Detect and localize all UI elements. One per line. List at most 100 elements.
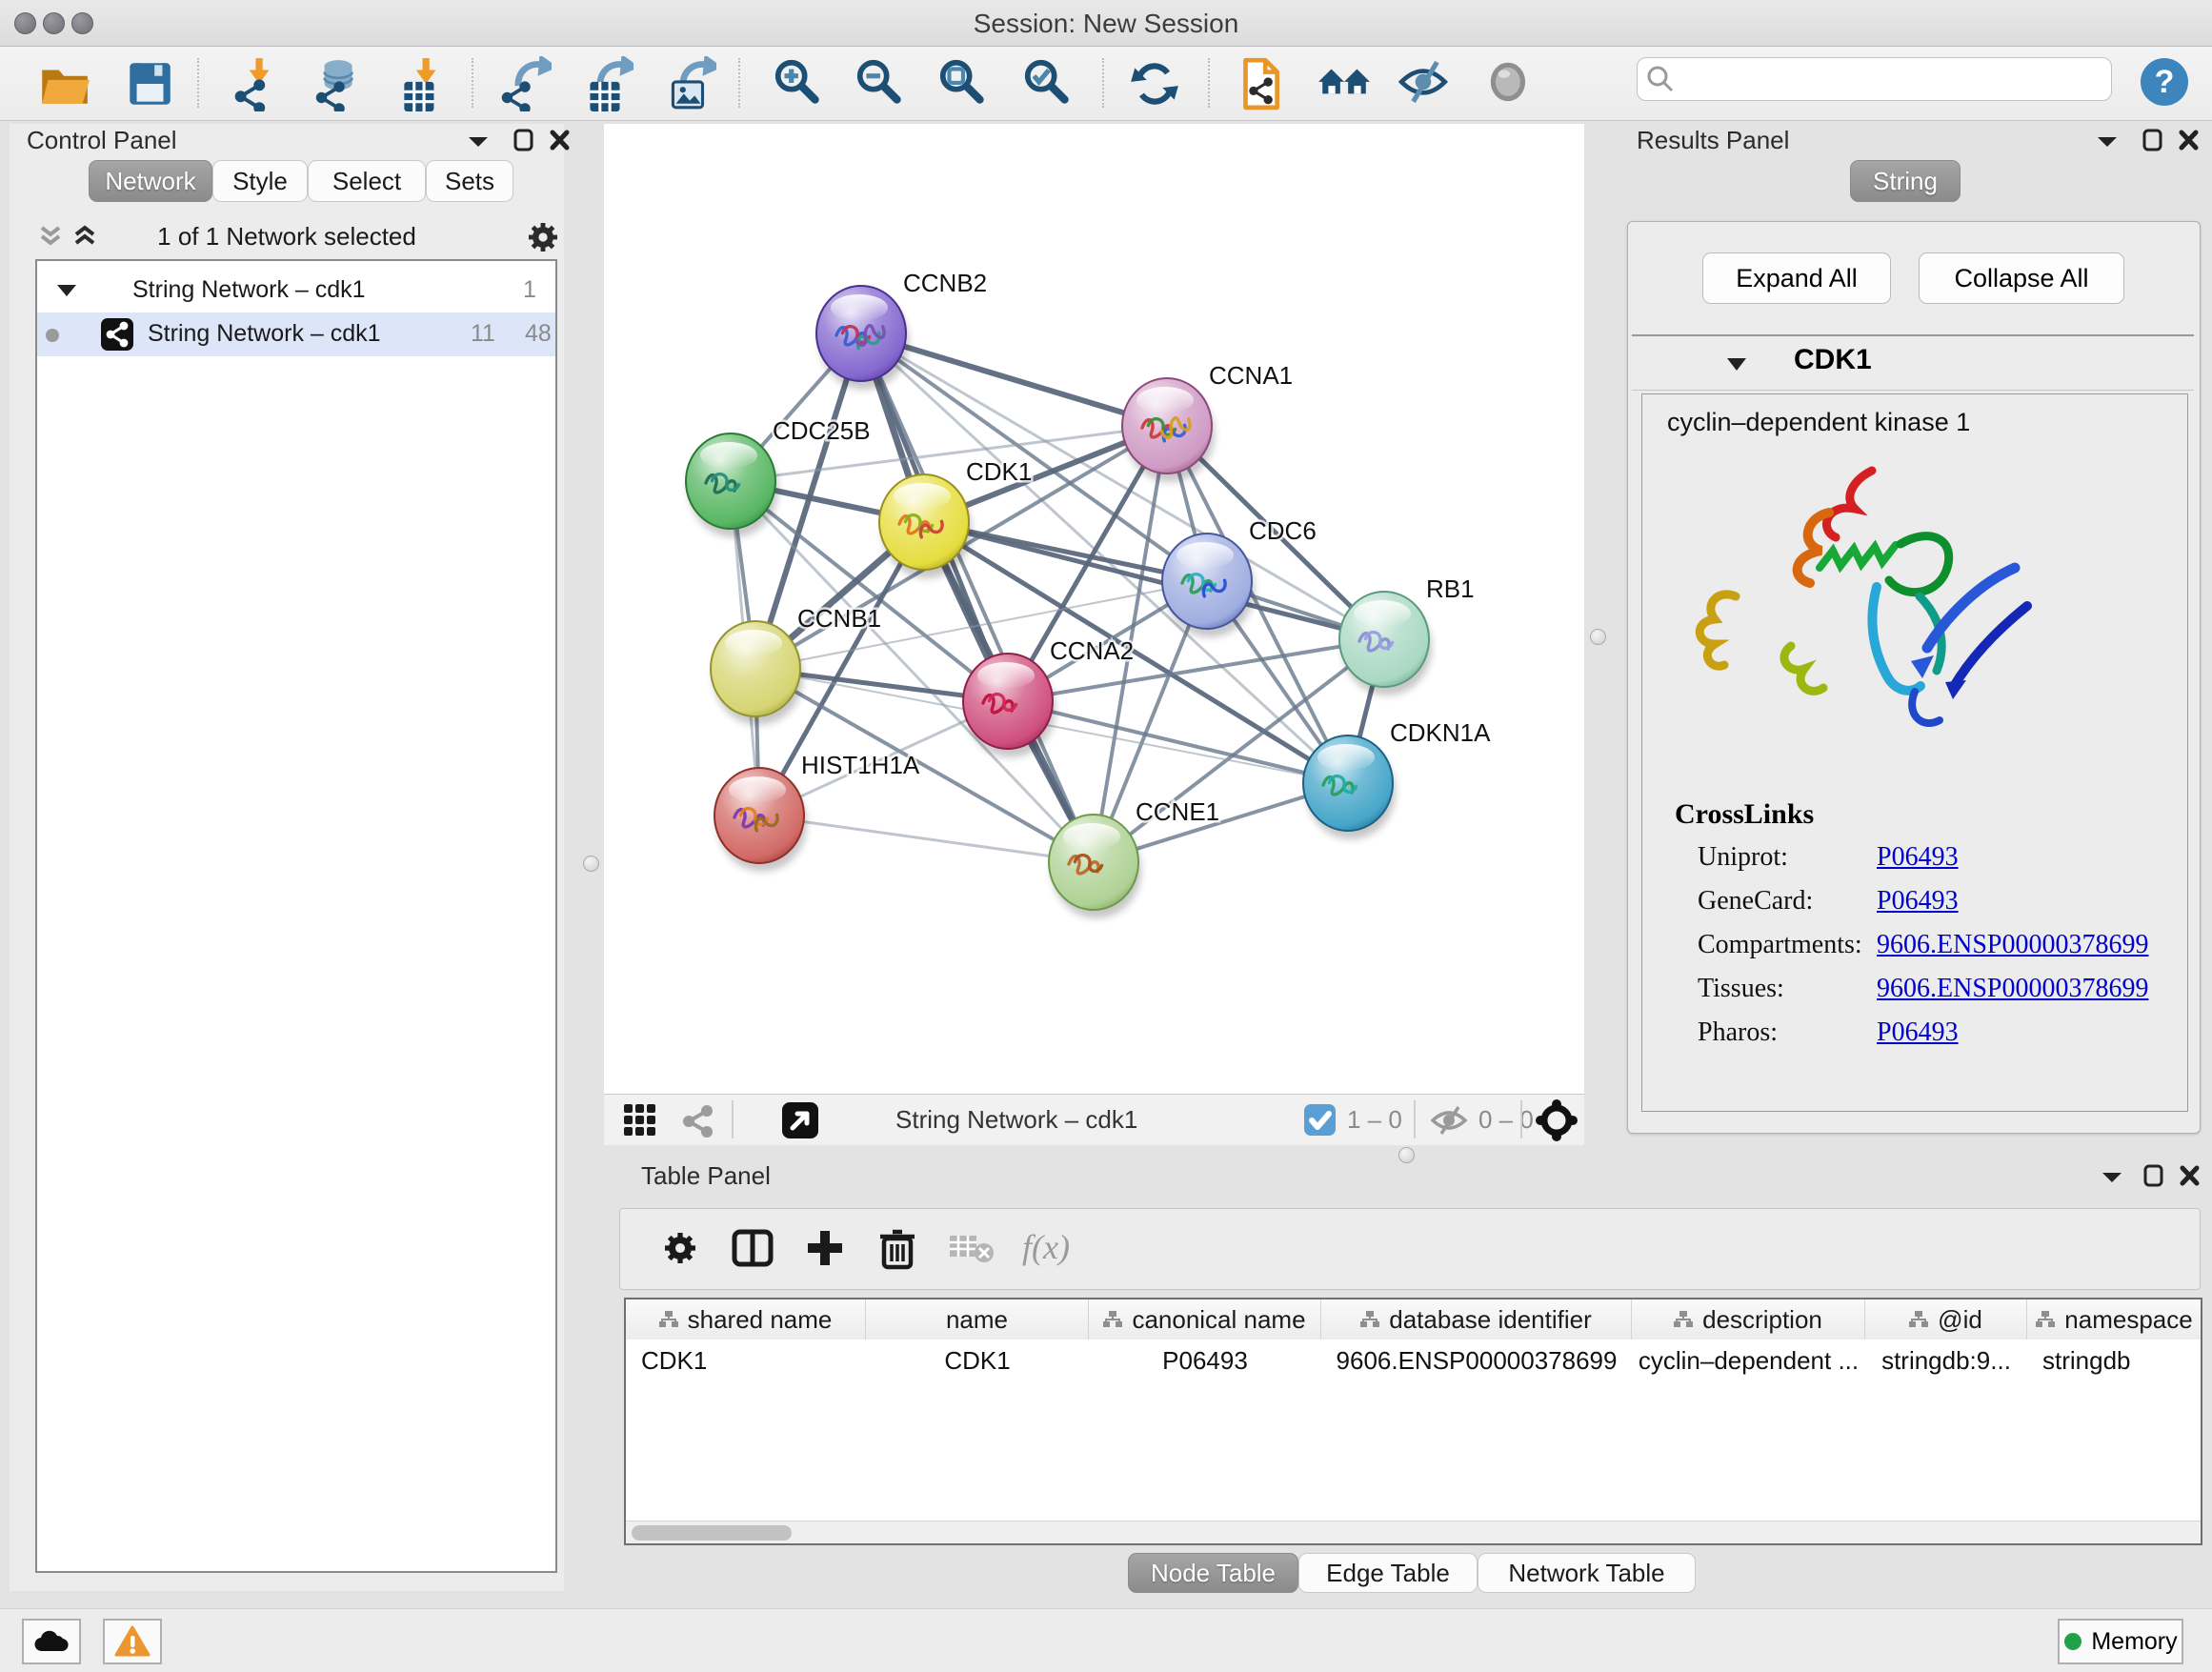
- left-splitter-handle[interactable]: [583, 856, 599, 872]
- node-label-ccnb2: CCNB2: [903, 269, 987, 297]
- collection-count: 1: [523, 276, 536, 304]
- toolbar-separator: [1208, 58, 1210, 108]
- network-node-cdc6[interactable]: CDC6: [1162, 516, 1317, 637]
- show-all-button[interactable]: [1482, 56, 1543, 117]
- crosslink-label: GeneCard:: [1698, 886, 1813, 917]
- section-collapse-icon[interactable]: [1725, 355, 1748, 373]
- import-network-from-file-button[interactable]: [230, 56, 291, 117]
- network-collection-row[interactable]: String Network – cdk1 1: [37, 269, 555, 312]
- search-input[interactable]: [1679, 60, 2102, 98]
- tab-string[interactable]: String: [1850, 160, 1961, 202]
- network-status-dot: [45, 328, 60, 343]
- open-session-button[interactable]: [36, 56, 97, 117]
- memory-status-icon: [2063, 1632, 2082, 1651]
- panel-close-icon[interactable]: [2179, 1163, 2202, 1188]
- column-header-canonical-name[interactable]: canonical name: [1089, 1299, 1321, 1340]
- hidden-counts: 0 – 0: [1478, 1105, 1534, 1135]
- network-label: String Network – cdk1: [148, 320, 381, 348]
- tab-network-table[interactable]: Network Table: [1478, 1553, 1696, 1593]
- export-network-button[interactable]: [496, 56, 557, 117]
- import-network-from-database-button[interactable]: [309, 56, 370, 117]
- fit-selected-crosshair-icon[interactable]: [1536, 1099, 1578, 1141]
- search-icon: [1645, 64, 1676, 94]
- tab-sets[interactable]: Sets: [426, 160, 513, 202]
- houses-button[interactable]: [1317, 56, 1377, 117]
- hide-selected-icon: [1398, 56, 1453, 111]
- cdk1-section-header[interactable]: CDK1: [1632, 334, 2194, 391]
- crosslink-link[interactable]: P06493: [1877, 1017, 1959, 1048]
- network-node-hist1h1a[interactable]: HIST1H1A: [714, 751, 920, 872]
- panel-float-icon[interactable]: [2142, 128, 2164, 152]
- tab-style[interactable]: Style: [212, 160, 308, 202]
- node-label-cdk1: CDK1: [966, 457, 1032, 486]
- tab-edge-table[interactable]: Edge Table: [1298, 1553, 1478, 1593]
- crosslink-link[interactable]: 9606.ENSP00000378699: [1877, 930, 2148, 960]
- right-splitter-handle[interactable]: [1590, 629, 1606, 645]
- column-header-shared-name[interactable]: shared name: [626, 1299, 866, 1340]
- network-node-ccnb1[interactable]: CCNB1: [711, 604, 881, 725]
- zoom-out-button[interactable]: [854, 56, 915, 117]
- network-node-cdkn1a[interactable]: CDKN1A: [1303, 718, 1491, 839]
- network-row[interactable]: String Network – cdk1 11 48: [37, 312, 555, 356]
- panel-close-icon[interactable]: [549, 128, 572, 152]
- column-header-name[interactable]: name: [866, 1299, 1089, 1340]
- crosslink-label: Uniprot:: [1698, 842, 1788, 873]
- save-session-button[interactable]: [122, 56, 183, 117]
- table-columns-icon[interactable]: [731, 1226, 774, 1270]
- table-add-icon[interactable]: [803, 1226, 847, 1270]
- panel-float-icon[interactable]: [513, 128, 535, 152]
- cloud-button[interactable]: [22, 1619, 81, 1664]
- refresh-button[interactable]: [1127, 56, 1188, 117]
- memory-button[interactable]: Memory: [2058, 1619, 2183, 1664]
- tab-network[interactable]: Network: [89, 160, 212, 202]
- panel-menu-icon[interactable]: [2096, 133, 2119, 149]
- zoom-selected-button[interactable]: [1021, 56, 1082, 117]
- import-table-from-file-button[interactable]: [394, 56, 455, 117]
- node-label-cdc25b: CDC25B: [773, 416, 871, 445]
- table-gear-icon[interactable]: [658, 1226, 702, 1270]
- crosslink-link[interactable]: P06493: [1877, 886, 1959, 917]
- share-view-icon[interactable]: [680, 1103, 716, 1139]
- export-image-button[interactable]: [661, 56, 722, 117]
- protein-description: cyclin–dependent kinase 1: [1667, 408, 1970, 437]
- zoom-in-button[interactable]: [772, 56, 833, 117]
- first-neighbors-button[interactable]: [1232, 56, 1293, 117]
- grid-view-icon[interactable]: [623, 1103, 657, 1138]
- node-label-hist1h1a: HIST1H1A: [801, 751, 920, 779]
- results-panel: Results Panel String Expand All Collapse…: [1619, 124, 2212, 1134]
- network-view-canvas[interactable]: CCNB2 CCNA1 CDC25B CDK1 CDC6 RB1 CCNB1 C…: [604, 124, 1584, 1094]
- crosslink-link[interactable]: P06493: [1877, 842, 1959, 873]
- crosslink-link[interactable]: 9606.ENSP00000378699: [1877, 974, 2148, 1004]
- expand-all-button[interactable]: Expand All: [1702, 252, 1891, 304]
- panel-close-icon[interactable]: [2178, 128, 2201, 152]
- panel-menu-icon[interactable]: [2101, 1169, 2123, 1184]
- panel-menu-icon[interactable]: [467, 133, 490, 149]
- zoom-fit-content-button[interactable]: [936, 56, 997, 117]
- help-button[interactable]: ?: [2139, 56, 2200, 117]
- results-panel-title: Results Panel: [1637, 126, 1789, 155]
- string-results-box: Expand All Collapse All CDK1 cyclin–depe…: [1627, 221, 2201, 1134]
- collection-expand-icon[interactable]: [56, 282, 77, 299]
- hide-selected-button[interactable]: [1398, 56, 1458, 117]
- column-header-namespace[interactable]: namespace: [2027, 1299, 2202, 1340]
- table-cell: stringdb: [2027, 1340, 2202, 1381]
- zoom-selected-icon: [1021, 56, 1076, 111]
- tab-select[interactable]: Select: [308, 160, 426, 202]
- export-table-button[interactable]: [578, 56, 639, 117]
- search-box[interactable]: [1637, 57, 2112, 101]
- export-table-icon: [578, 56, 633, 111]
- birds-eye-view-icon[interactable]: [781, 1101, 819, 1139]
- table-delete-icon[interactable]: [875, 1226, 919, 1270]
- warning-button[interactable]: [103, 1619, 162, 1664]
- collapse-all-button[interactable]: Collapse All: [1919, 252, 2124, 304]
- network-options-gear-icon[interactable]: [524, 218, 562, 256]
- panel-float-icon[interactable]: [2142, 1163, 2165, 1188]
- tab-node-table[interactable]: Node Table: [1128, 1553, 1298, 1593]
- table-hscrollbar[interactable]: [626, 1521, 2201, 1544]
- column-header-description[interactable]: description: [1632, 1299, 1865, 1340]
- selected-checkbox-icon[interactable]: [1303, 1103, 1337, 1137]
- table-hscrollbar-thumb[interactable]: [632, 1525, 792, 1541]
- column-header-database-identifier[interactable]: database identifier: [1321, 1299, 1632, 1340]
- network-node-rb1[interactable]: RB1: [1339, 574, 1475, 695]
- column-header--id[interactable]: @id: [1865, 1299, 2027, 1340]
